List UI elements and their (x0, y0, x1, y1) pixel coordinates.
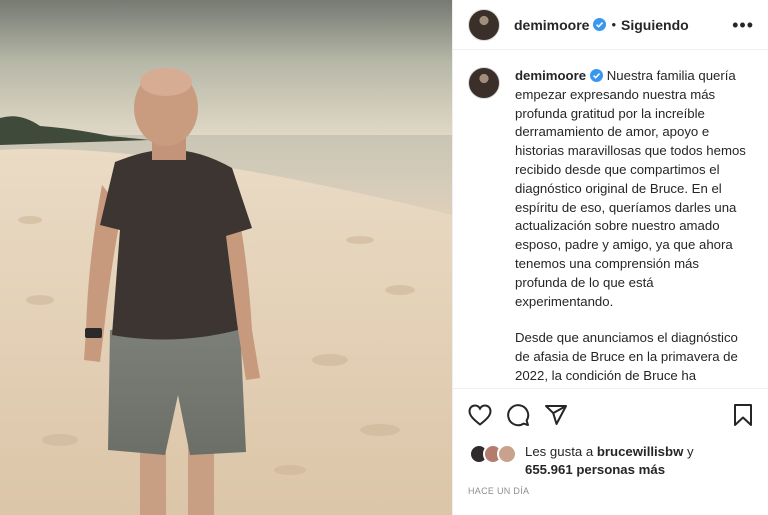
beach-scene-image (0, 0, 452, 515)
likes-conjunction: y (687, 444, 694, 459)
following-button[interactable]: Siguiendo (621, 17, 689, 33)
save-button[interactable] (730, 402, 756, 428)
liker-avatar (497, 444, 517, 464)
post-photo[interactable] (0, 0, 452, 515)
separator-dot: • (611, 17, 617, 32)
heart-icon (468, 403, 492, 426)
liker-avatars[interactable] (469, 444, 517, 464)
action-bar (453, 388, 768, 440)
caption-row: demimoore Nuestra familia quería empezar… (468, 67, 748, 386)
liked-by-username[interactable]: brucewillisbw (597, 444, 683, 459)
bookmark-icon (734, 403, 752, 426)
post-header: demimoore • Siguiendo ••• (453, 0, 768, 50)
likes-text: Les gusta a brucewillisbw y 655.961 pers… (525, 443, 694, 479)
share-button[interactable] (543, 402, 569, 428)
like-button[interactable] (467, 402, 493, 428)
verified-badge-icon (593, 18, 607, 31)
more-options-icon[interactable]: ••• (732, 16, 754, 34)
caption-username[interactable]: demimoore (515, 68, 586, 83)
author-avatar[interactable] (468, 8, 500, 41)
post-timestamp[interactable]: HACE UN DÍA (468, 486, 529, 496)
likes-section: Les gusta a brucewillisbw y 655.961 pers… (469, 443, 754, 481)
caption-text: demimoore Nuestra familia quería empezar… (515, 67, 748, 386)
caption-author-avatar[interactable] (468, 67, 500, 99)
comment-bubble-icon (507, 403, 530, 426)
caption-paragraph-1: demimoore Nuestra familia quería empezar… (515, 67, 748, 311)
comment-button[interactable] (505, 402, 531, 428)
post-panel: demimoore • Siguiendo ••• demimoore Nues… (452, 0, 768, 515)
paper-plane-icon (545, 404, 567, 425)
caption-paragraph-2: Desde que anunciamos el diagnóstico de a… (515, 330, 738, 383)
caption-section: demimoore Nuestra familia quería empezar… (453, 51, 768, 386)
likes-count[interactable]: 655.961 personas más (525, 462, 665, 477)
likes-prefix: Les gusta a (525, 444, 594, 459)
verified-badge-icon (590, 69, 604, 82)
author-username[interactable]: demimoore (514, 17, 589, 33)
caption-paragraph-1-text: Nuestra familia quería empezar expresand… (515, 68, 746, 309)
